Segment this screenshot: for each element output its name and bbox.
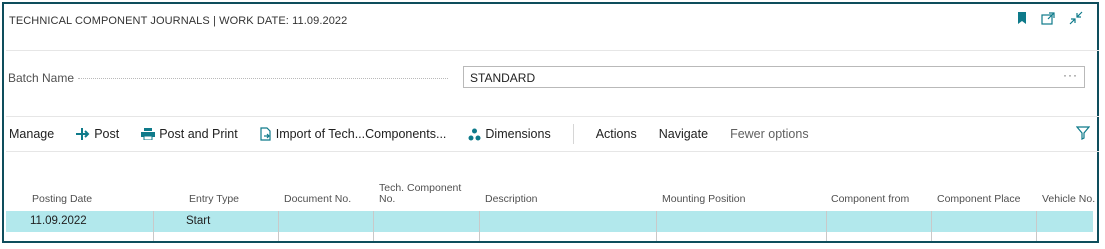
label-leader-dots <box>78 78 448 79</box>
grid-line <box>278 211 279 241</box>
grid-line <box>931 211 932 241</box>
grid-line <box>656 211 657 241</box>
import-document-icon <box>260 127 271 141</box>
journal-page <box>2 2 1099 243</box>
bookmark-icon[interactable] <box>1017 11 1027 25</box>
page-title: TECHNICAL COMPONENT JOURNALS | WORK DATE… <box>9 15 348 27</box>
fewer-options-button[interactable]: Fewer options <box>730 127 809 141</box>
collapse-icon[interactable] <box>1069 11 1083 25</box>
col-posting-date[interactable]: Posting Date <box>32 194 92 205</box>
open-new-window-icon[interactable] <box>1041 11 1055 25</box>
post-button[interactable]: Post <box>76 127 119 141</box>
grid-line <box>1036 211 1037 241</box>
col-component-place[interactable]: Component Place <box>937 194 1020 205</box>
divider <box>6 116 1099 117</box>
post-and-print-label: Post and Print <box>159 127 238 141</box>
grid-line <box>826 211 827 241</box>
navigate-menu[interactable]: Navigate <box>659 127 708 141</box>
col-component-from[interactable]: Component from <box>831 194 909 205</box>
divider <box>6 151 1099 152</box>
posting-date-cell[interactable]: 11.09.2022 <box>30 215 87 227</box>
col-document-no[interactable]: Document No. <box>284 194 351 205</box>
col-vehicle-no[interactable]: Vehicle No. <box>1042 194 1095 205</box>
col-description[interactable]: Description <box>485 194 538 205</box>
dimensions-icon <box>468 128 481 140</box>
col-tech-component-no[interactable]: Tech. Component No. <box>379 183 469 205</box>
col-mounting-position[interactable]: Mounting Position <box>662 194 745 205</box>
filter-icon[interactable] <box>1075 126 1091 145</box>
dimensions-label: Dimensions <box>485 127 551 141</box>
action-separator <box>572 124 574 144</box>
actions-menu[interactable]: Actions <box>596 127 637 141</box>
dimensions-button[interactable]: Dimensions <box>468 127 551 141</box>
import-button[interactable]: Import of Tech...Components... <box>260 127 447 141</box>
grid-line <box>373 211 374 241</box>
batch-name-label: Batch Name <box>8 71 75 85</box>
title-actions <box>1017 11 1083 25</box>
post-label: Post <box>94 127 120 141</box>
divider <box>6 50 1099 51</box>
import-label: Import of Tech...Components... <box>275 127 447 141</box>
post-icon <box>76 128 90 140</box>
manage-menu[interactable]: Manage <box>9 127 54 141</box>
batch-name-value: STANDARD <box>470 71 536 85</box>
entry-type-cell[interactable]: Start <box>186 215 210 227</box>
printer-icon <box>141 128 156 140</box>
grid-line <box>153 211 154 241</box>
post-and-print-button[interactable]: Post and Print <box>141 127 238 141</box>
batch-name-field[interactable]: STANDARD ··· <box>463 66 1085 88</box>
table-row[interactable]: 11.09.2022 Start <box>6 211 1093 232</box>
grid-line <box>479 211 480 241</box>
col-entry-type[interactable]: Entry Type <box>189 194 239 205</box>
action-bar: Manage Post Post and Print Import of Tec… <box>9 124 831 144</box>
batch-lookup-button[interactable]: ··· <box>1063 68 1078 82</box>
